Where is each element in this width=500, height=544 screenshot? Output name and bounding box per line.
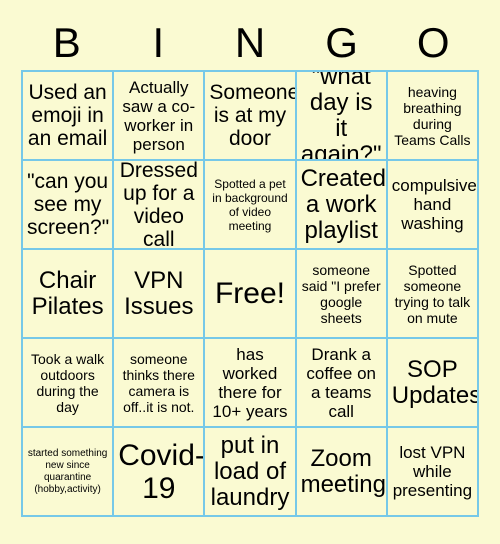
bingo-cell-r1c4[interactable]: compulsive hand washing [387,161,479,250]
bingo-cell-r3c3[interactable]: Drank a coffee on a teams call [296,339,388,428]
bingo-cell-r0c1[interactable]: Actually saw a co-worker in person [114,72,206,161]
bingo-letter-g: G [325,19,358,66]
bingo-cell-r3c0[interactable]: Took a walk outdoors during the day [23,339,115,428]
bingo-grid: Used an emoji in an email Actually saw a… [21,70,479,517]
bingo-cell-r1c1[interactable]: Dressed up for a video call [114,161,206,250]
bingo-cell-text: someone thinks there camera is off..it i… [122,350,195,415]
bingo-cell-text: Used an emoji in an email [27,81,108,150]
bingo-cell-text: SOP Updates [391,355,479,409]
bingo-letter-n: N [234,19,266,66]
bingo-cell-r4c3[interactable]: Zoom meeting [296,428,388,517]
bingo-letter-b: B [52,19,81,66]
bingo-cell-free-space[interactable]: Free! [205,250,297,339]
bingo-cell-text: "what day is it again?" [300,72,382,161]
bingo-cell-text: Chair Pilates [31,266,104,320]
bingo-cell-text: started something new since quarantine (… [27,447,108,495]
bingo-letter-i: I [152,19,165,66]
bingo-cell-r2c1[interactable]: VPN Issues [114,250,206,339]
bingo-cell-text: Dressed up for a video call [119,161,198,250]
bingo-cell-text: put in load of laundry [210,431,290,511]
bingo-cell-text: compulsive hand washing [391,176,477,233]
bingo-cell-r1c0[interactable]: "can you see my screen?" [23,161,115,250]
bingo-cell-text: Covid-19 [118,438,205,505]
bingo-cell-text: Drank a coffee on a teams call [306,344,377,421]
bingo-cell-text: Created a work playlist [300,164,386,244]
bingo-cell-text: Spotted a pet in background of video mee… [212,176,288,233]
bingo-cell-r0c4[interactable]: heaving breathing during Teams Calls [387,72,479,161]
bingo-cell-r3c1[interactable]: someone thinks there camera is off..it i… [114,339,206,428]
bingo-cell-text: Took a walk outdoors during the day [31,350,105,415]
bingo-cell-text: has worked there for 10+ years [212,344,288,421]
bingo-cell-text: someone said "I prefer google sheets [301,261,381,326]
bingo-cell-r3c2[interactable]: has worked there for 10+ years [205,339,297,428]
bingo-cell-r4c0[interactable]: started something new since quarantine (… [23,428,115,517]
bingo-cell-r3c4[interactable]: SOP Updates [387,339,479,428]
bingo-cell-r4c2[interactable]: put in load of laundry [205,428,297,517]
bingo-cell-r2c4[interactable]: Spotted someone trying to talk on mute [387,250,479,339]
bingo-cell-r4c4[interactable]: lost VPN while presenting [387,428,479,517]
bingo-cell-text: Actually saw a co-worker in person [122,77,196,154]
bingo-cell-text: "can you see my screen?" [27,170,110,239]
bingo-cell-text: lost VPN while presenting [392,443,473,500]
bingo-header: B I N G O [21,18,479,68]
bingo-cell-r0c3[interactable]: "what day is it again?" [296,72,388,161]
bingo-cell-text: heaving breathing during Teams Calls [394,83,471,148]
bingo-cell-r0c2[interactable]: Someone is at my door [205,72,297,161]
bingo-cell-text: Spotted someone trying to talk on mute [394,261,471,326]
bingo-cell-r1c3[interactable]: Created a work playlist [296,161,388,250]
bingo-cell-text: Someone is at my door [209,81,297,150]
bingo-cell-text: VPN Issues [124,266,194,320]
bingo-letter-o: O [416,19,450,66]
bingo-free-space-label: Free! [214,277,285,310]
bingo-cell-r0c0[interactable]: Used an emoji in an email [23,72,115,161]
bingo-cell-r1c2[interactable]: Spotted a pet in background of video mee… [205,161,297,250]
bingo-cell-r2c3[interactable]: someone said "I prefer google sheets [296,250,388,339]
bingo-cell-r2c0[interactable]: Chair Pilates [23,250,115,339]
bingo-card: B I N G O Used an emoji in an email Actu… [0,0,500,544]
bingo-cell-r4c1[interactable]: Covid-19 [114,428,206,517]
bingo-cell-text: Zoom meeting [300,444,386,498]
